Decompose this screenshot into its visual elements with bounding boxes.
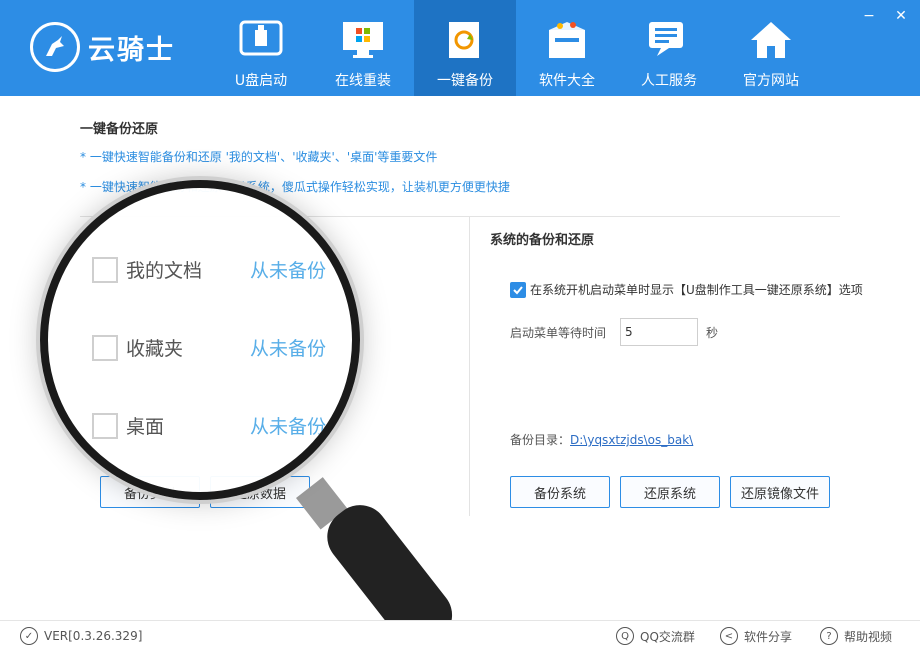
main-nav: U盘启动 在线重装 一键备份 软件大全 人工服务 官方网站 <box>210 0 822 96</box>
share-icon: < <box>720 627 738 645</box>
nav-label: 人工服务 <box>641 73 697 89</box>
software-box-icon <box>543 18 591 62</box>
backup-dir-link[interactable]: D:\yqsxtzjds\os_bak\ <box>570 433 693 447</box>
backup-data-button[interactable]: 备份资料 <box>100 476 200 508</box>
nav-label: 软件大全 <box>539 73 595 89</box>
nav-one-key-backup[interactable]: 一键备份 <box>414 0 516 96</box>
version-info: ✓ VER[0.3.26.329] <box>20 627 142 645</box>
section-title: 一键备份还原 <box>80 122 159 137</box>
qq-group-link[interactable]: Q QQ交流群 <box>616 627 695 645</box>
help-video-link[interactable]: ? 帮助视频 <box>820 627 892 645</box>
restore-data-button[interactable]: 还原数据 <box>210 476 310 508</box>
divider-horizontal <box>80 216 840 217</box>
qq-icon: Q <box>616 627 634 645</box>
help-icon: ? <box>820 627 838 645</box>
knight-logo-icon <box>30 22 80 72</box>
app-name: 云骑士 <box>88 34 175 66</box>
chat-service-icon <box>645 18 693 62</box>
nav-online-reinstall[interactable]: 在线重装 <box>312 0 414 96</box>
usb-icon <box>237 18 285 62</box>
windows-monitor-icon <box>339 18 387 62</box>
home-icon <box>747 18 795 62</box>
version-text: VER[0.3.26.329] <box>44 629 143 643</box>
app-logo: 云骑士 <box>30 20 175 74</box>
section-desc-2: * 一键快速智能备份和还原本机系统，傻瓜式操作轻松实现，让装机更方便更快捷 <box>80 180 510 194</box>
restore-system-button[interactable]: 还原系统 <box>620 476 720 508</box>
restore-image-button[interactable]: 还原镜像文件 <box>730 476 830 508</box>
nav-label: 官方网站 <box>743 73 799 89</box>
wait-time-input[interactable] <box>620 318 699 346</box>
boot-menu-option: 在系统开机启动菜单时显示【U盘制作工具一键还原系统】选项 <box>510 281 863 298</box>
footer-bar: ✓ VER[0.3.26.329] Q QQ交流群 < 软件分享 ? 帮助视频 <box>0 620 920 650</box>
wait-time-unit: 秒 <box>706 325 719 340</box>
system-backup-title: 系统的备份和还原 <box>490 233 595 248</box>
wait-time-label: 启动菜单等待时间 <box>510 325 607 340</box>
section-desc-1: * 一键快速智能备份和还原 '我的文档'、'收藏夹'、'桌面'等重要文件 <box>80 150 438 164</box>
share-link[interactable]: < 软件分享 <box>720 627 792 645</box>
window-controls: − ✕ <box>862 8 908 24</box>
divider-vertical <box>469 216 470 516</box>
version-check-icon: ✓ <box>20 627 38 645</box>
nav-label: 在线重装 <box>335 73 391 89</box>
minimize-button[interactable]: − <box>862 8 876 24</box>
close-button[interactable]: ✕ <box>894 8 908 24</box>
nav-usb-boot[interactable]: U盘启动 <box>210 0 312 96</box>
backup-dir-row: 备份目录：D:\yqsxtzjds\os_bak\ <box>510 431 693 448</box>
main-content: 一键备份还原 * 一键快速智能备份和还原 '我的文档'、'收藏夹'、'桌面'等重… <box>0 96 920 620</box>
nav-label: U盘启动 <box>234 73 288 89</box>
nav-human-service[interactable]: 人工服务 <box>618 0 720 96</box>
nav-label: 一键备份 <box>437 73 493 89</box>
wait-time-row: 启动菜单等待时间 秒 <box>510 318 718 346</box>
backup-refresh-icon <box>441 18 489 62</box>
backup-dir-label: 备份目录： <box>510 433 571 447</box>
header-bar: 云骑士 U盘启动 在线重装 一键备份 软件大全 人工服务 官方网站 − ✕ <box>0 0 920 96</box>
qq-group-label: QQ交流群 <box>640 629 695 644</box>
nav-official-site[interactable]: 官方网站 <box>720 0 822 96</box>
share-label: 软件分享 <box>744 629 793 644</box>
boot-menu-option-label: 在系统开机启动菜单时显示【U盘制作工具一键还原系统】选项 <box>530 283 863 297</box>
nav-software[interactable]: 软件大全 <box>516 0 618 96</box>
backup-system-button[interactable]: 备份系统 <box>510 476 610 508</box>
help-video-label: 帮助视频 <box>844 629 893 644</box>
boot-menu-checkbox[interactable] <box>510 281 526 298</box>
